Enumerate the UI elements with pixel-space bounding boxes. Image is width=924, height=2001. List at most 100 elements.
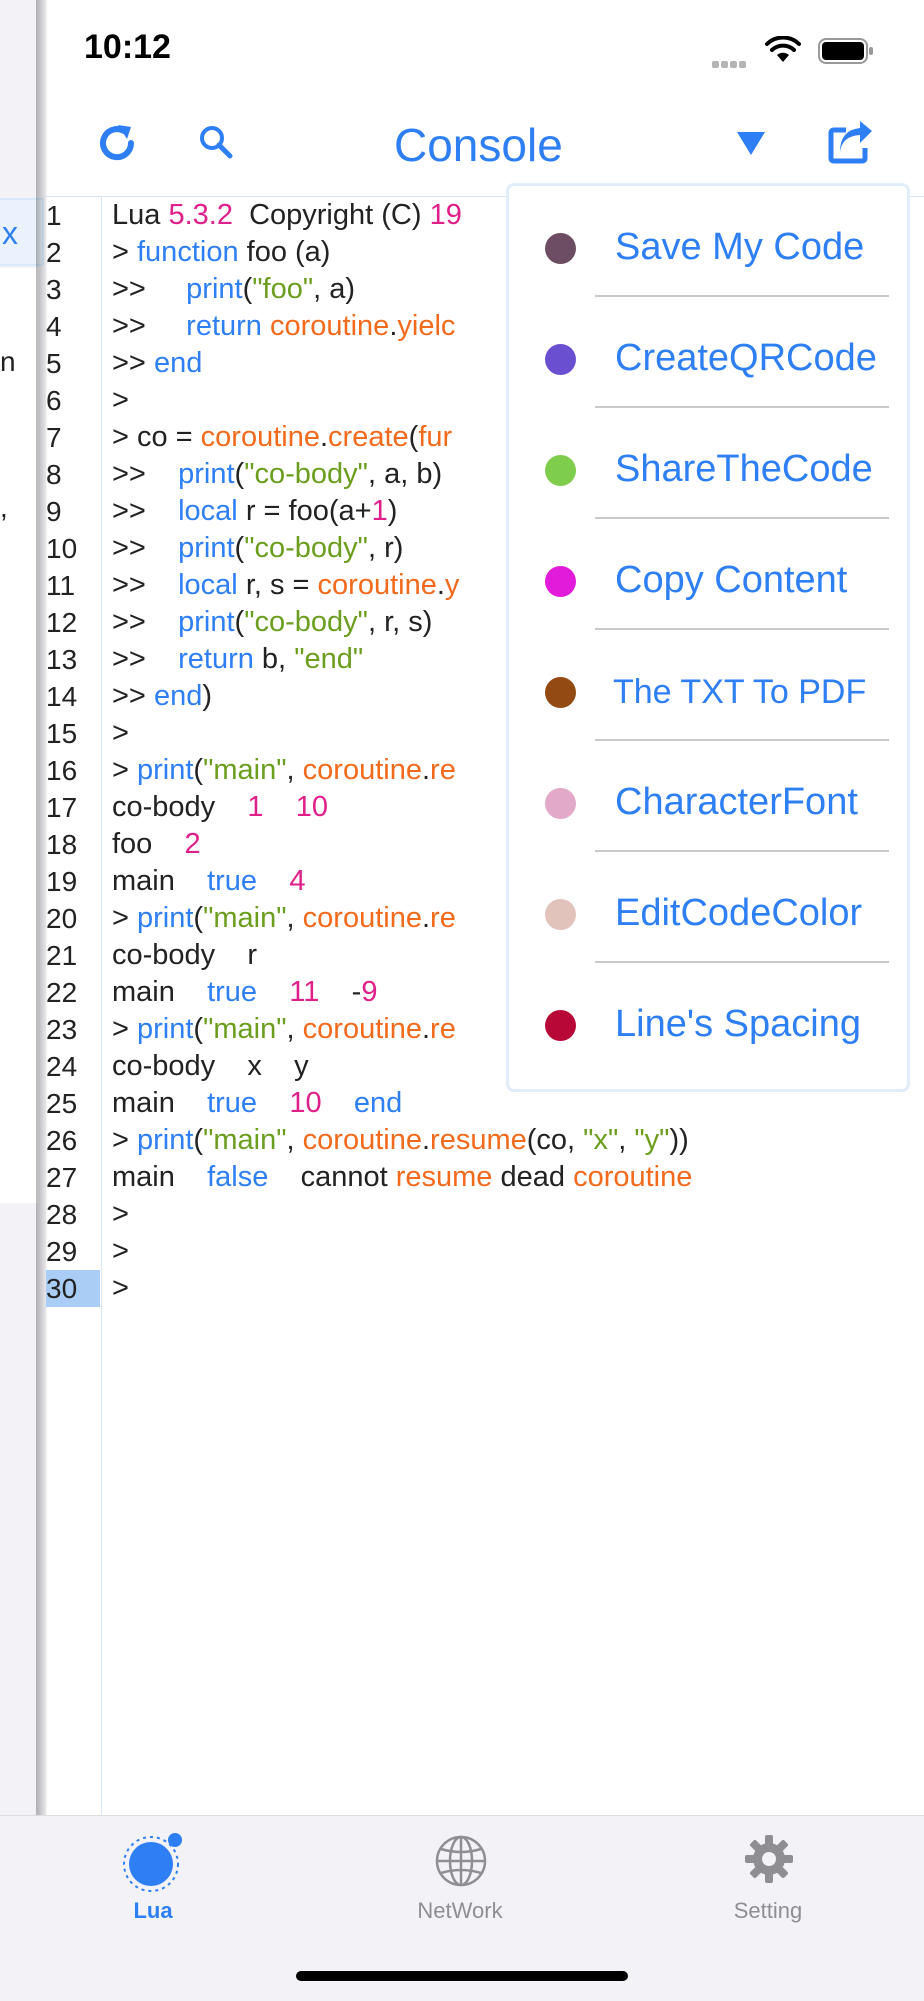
color-dot-icon — [545, 1010, 576, 1041]
code-line: > — [112, 1235, 129, 1267]
background-fragment-text: n — [0, 346, 16, 377]
code-line: >> print("co-body", r, s) — [112, 606, 433, 638]
menu-item-label: CharacterFont — [615, 781, 858, 823]
line-number: 17 — [46, 792, 78, 823]
color-dot-icon — [545, 233, 576, 264]
code-line: main true 11 -9 — [112, 976, 378, 1008]
search-button[interactable] — [198, 124, 234, 165]
line-number: 21 — [46, 940, 78, 971]
tab-label: Setting — [733, 1898, 803, 1923]
menu-item-line-spacing[interactable]: Line's Spacing — [509, 963, 907, 1074]
line-number: 23 — [46, 1014, 78, 1045]
color-dot-icon — [545, 899, 576, 930]
refresh-button[interactable] — [96, 122, 138, 169]
line-number: 19 — [46, 866, 78, 897]
line-number: 11 — [46, 570, 76, 601]
code-line: foo 2 — [112, 828, 201, 860]
line-number: 22 — [46, 977, 78, 1008]
code-line: >> end — [112, 347, 203, 379]
code-line: Lua 5.3.2 Copyright (C) 19 — [112, 199, 462, 231]
line-number-gutter: 1 2 3 4 5 6 7 8 9 10 11 12 13 14 15 16 1… — [46, 197, 102, 1815]
menu-item-create-qr-code[interactable]: CreateQRCode — [509, 297, 907, 408]
code-line: >> print("co-body", a, b) — [112, 458, 443, 490]
line-number: 26 — [46, 1125, 78, 1156]
menu-item-txt-to-pdf[interactable]: The TXT To PDF — [509, 630, 907, 741]
line-number: 12 — [46, 607, 78, 638]
line-number: 27 — [46, 1162, 78, 1193]
line-number: 28 — [46, 1199, 78, 1230]
menu-item-label: Save My Code — [615, 226, 865, 268]
share-button[interactable] — [828, 120, 874, 169]
code-line: main true 4 — [112, 865, 306, 897]
code-line: > print("main", coroutine.re — [112, 1013, 456, 1045]
line-number: 10 — [46, 533, 78, 564]
search-icon — [200, 126, 233, 159]
home-indicator[interactable] — [296, 1971, 628, 1981]
globe-icon — [435, 1835, 487, 1887]
background-panel-list — [0, 268, 38, 1203]
color-dot-icon — [545, 344, 576, 375]
menu-item-copy-content[interactable]: Copy Content — [509, 519, 907, 630]
code-line: > — [112, 1198, 129, 1230]
lua-icon — [123, 1833, 182, 1892]
line-number: 2 — [46, 237, 62, 268]
line-number: 4 — [46, 311, 62, 342]
line-number: 14 — [46, 681, 78, 712]
code-line: co-body 1 10 — [112, 791, 329, 823]
tab-lua[interactable]: Lua — [53, 1816, 253, 1946]
tab-setting[interactable]: Setting — [668, 1816, 868, 1946]
code-line: >> print("foo", a) — [112, 273, 356, 305]
refresh-icon — [100, 125, 135, 161]
background-fragment-text: , — [0, 492, 8, 523]
line-number: 24 — [46, 1051, 78, 1082]
tab-network[interactable]: NetWork — [360, 1816, 560, 1946]
code-line: >> local r = foo(a+1) — [112, 495, 398, 527]
status-bar: 10:12 — [46, 0, 924, 100]
line-number-selected: 30 — [46, 1270, 100, 1307]
line-number: 13 — [46, 644, 78, 675]
line-number: 8 — [46, 459, 62, 490]
color-dot-icon — [545, 455, 576, 486]
code-line: co-body r — [112, 939, 258, 971]
code-line: > function foo (a) — [112, 236, 331, 268]
line-number: 25 — [46, 1088, 78, 1119]
code-line: main true 10 end — [112, 1087, 403, 1119]
menu-item-save-my-code[interactable]: Save My Code — [509, 186, 907, 297]
dropdown-toggle-button[interactable] — [736, 130, 766, 161]
menu-item-label: CreateQRCode — [615, 337, 877, 379]
code-line: > co = coroutine.create(fur — [112, 421, 453, 453]
line-number: 20 — [46, 903, 78, 934]
cellular-signal-icon — [712, 55, 748, 73]
code-line: >> end) — [112, 680, 212, 712]
line-number: 7 — [46, 422, 62, 453]
status-time: 10:12 — [84, 28, 171, 66]
code-line: main false cannot resume dead coroutine — [112, 1161, 693, 1193]
code-line: > print("main", coroutine.re — [112, 754, 456, 786]
page-title: Console — [394, 119, 563, 171]
code-line: >> return coroutine.yielc — [112, 310, 456, 342]
line-number: 6 — [46, 385, 62, 416]
line-number: 9 — [46, 496, 62, 527]
line-number: 5 — [46, 348, 62, 379]
menu-item-label: ShareTheCode — [615, 448, 873, 490]
code-line: > — [112, 717, 129, 749]
menu-item-share-the-code[interactable]: ShareTheCode — [509, 408, 907, 519]
tab-label: Lua — [133, 1898, 173, 1923]
code-line: >> local r, s = coroutine.y — [112, 569, 460, 601]
line-number: 3 — [46, 274, 62, 305]
gear-icon — [745, 1835, 793, 1883]
tab-label: NetWork — [417, 1898, 503, 1923]
menu-item-character-font[interactable]: CharacterFont — [509, 741, 907, 852]
menu-item-edit-code-color[interactable]: EditCodeColor — [509, 852, 907, 963]
code-line: >> print("co-body", r) — [112, 532, 404, 564]
wifi-icon — [765, 36, 801, 62]
line-number: 15 — [46, 718, 78, 749]
code-line: co-body x y — [112, 1050, 309, 1082]
line-number: 1 — [46, 200, 62, 231]
color-dot-icon — [545, 677, 576, 708]
line-number: 16 — [46, 755, 78, 786]
share-icon — [828, 121, 872, 164]
menu-item-label: Copy Content — [615, 559, 848, 601]
line-number: 29 — [46, 1236, 78, 1267]
code-line: > — [112, 1272, 129, 1304]
